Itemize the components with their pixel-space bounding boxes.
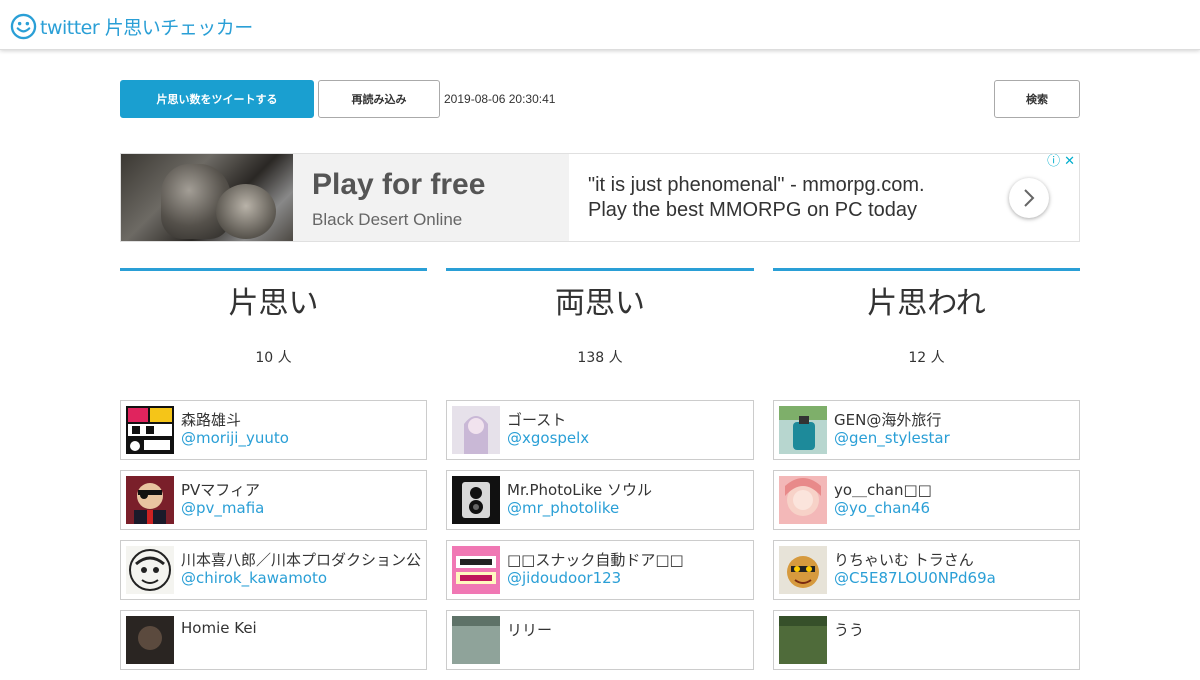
user-handle-link[interactable]: @jidoudoor123 [507,569,621,587]
user-card[interactable]: Mr.PhotoLike ソウル @mr_photolike [446,470,754,530]
user-name: yo＿chan□□ [834,481,932,499]
travel-avatar-icon [779,406,827,454]
column-count: 10 人 [255,350,292,366]
last-updated-timestamp: 2019-08-06 20:30:41 [444,92,556,106]
ad-badges: ⓘ ✕ [1047,154,1075,170]
ad-banner[interactable]: Play for free Black Desert Online "it is… [120,153,1080,242]
column-divider [446,268,754,271]
site-title: twitter 片思いチェッカー [40,16,253,39]
user-handle-link[interactable]: @yo_chan46 [834,499,930,517]
user-card[interactable]: Homie Kei [120,610,427,670]
user-name: GEN@海外旅行 [834,411,942,429]
ad-next-button[interactable] [1009,178,1049,218]
ad-headline[interactable]: Play for free [312,168,485,202]
user-card[interactable]: 川本喜八郎／川本プロダクション公 @chirok_kawamoto [120,540,427,600]
site-logo[interactable]: twitter 片思いチェッカー [10,12,253,40]
user-handle-link[interactable]: @C5E87LOU0NPd69a [834,569,996,587]
user-list: 森路雄斗 @moriji_yuuto PVマフィア @pv_mafia 川本喜八… [120,400,427,680]
tweet-count-button[interactable]: 片思い数をツイートする [120,80,314,118]
user-name: ゴースト [507,411,567,429]
green-avatar-icon [779,616,827,664]
user-handle-link[interactable]: @moriji_yuuto [181,429,289,447]
site-header: twitter 片思いチェッカー [0,0,1200,50]
user-name: Mr.PhotoLike ソウル [507,481,652,499]
user-card[interactable]: りちゃいむ トラさん @C5E87LOU0NPd69a [773,540,1080,600]
user-handle-link[interactable]: @chirok_kawamoto [181,569,327,587]
ad-advertiser[interactable]: Black Desert Online [312,210,462,230]
user-handle-link[interactable]: @xgospelx [507,429,589,447]
search-button[interactable]: 検索 [994,80,1080,118]
toolbar: 片思い数をツイートする 再読み込み 2019-08-06 20:30:41 検索 [120,80,1080,118]
lily-avatar-icon [452,616,500,664]
sketch-avatar-icon [126,546,174,594]
ad-image[interactable] [121,154,293,241]
user-card[interactable]: GEN@海外旅行 @gen_stylestar [773,400,1080,460]
dark-avatar-icon [126,616,174,664]
column-divider [120,268,427,271]
manga-avatar-icon [126,406,174,454]
reload-button[interactable]: 再読み込み [318,80,440,118]
user-handle-link[interactable]: @pv_mafia [181,499,264,517]
user-card[interactable]: PVマフィア @pv_mafia [120,470,427,530]
column-title: 片思われ [867,286,986,321]
column-divider [773,268,1080,271]
user-card[interactable]: yo＿chan□□ @yo_chan46 [773,470,1080,530]
column-one-sided: 片思い 10 人 森路雄斗 @moriji_yuuto PVマフィア @pv_m… [120,268,427,670]
ad-close-icon[interactable]: ✕ [1064,154,1075,170]
tiger-avatar-icon [779,546,827,594]
camera-avatar-icon [452,476,500,524]
ad-copy[interactable]: "it is just phenomenal" - mmorpg.com. Pl… [588,173,925,223]
user-handle-link[interactable]: @mr_photolike [507,499,619,517]
column-mutual: 両思い 138 人 ゴースト @xgospelx Mr.PhotoLike ソウ… [446,268,754,670]
column-count: 138 人 [577,350,623,366]
user-name: りちゃいむ トラさん [834,551,974,569]
user-card[interactable]: リリー [446,610,754,670]
user-card[interactable]: ゴースト @xgospelx [446,400,754,460]
user-name: 森路雄斗 [181,411,242,429]
ad-copy-line-1: "it is just phenomenal" - mmorpg.com. [588,174,925,196]
column-one-sided-received: 片思われ 12 人 GEN@海外旅行 @gen_stylestar yo＿cha… [773,268,1080,670]
user-card[interactable]: うう [773,610,1080,670]
user-name: PVマフィア [181,481,261,499]
user-name: □□スナック自動ドア□□ [507,551,684,569]
pink-avatar-icon [779,476,827,524]
pirate-avatar-icon [126,476,174,524]
smiley-icon [10,13,37,39]
user-name: 川本喜八郎／川本プロダクション公 [181,551,422,569]
ghost-avatar-icon [452,406,500,454]
column-title: 片思い [228,286,319,321]
user-handle-link[interactable]: @gen_stylestar [834,429,950,447]
ad-copy-line-2: Play the best MMORPG on PC today [588,199,918,221]
column-title: 両思い [555,286,645,321]
user-card[interactable]: □□スナック自動ドア□□ @jidoudoor123 [446,540,754,600]
snack-avatar-icon [452,546,500,594]
user-list: ゴースト @xgospelx Mr.PhotoLike ソウル @mr_phot… [446,400,754,680]
user-card[interactable]: 森路雄斗 @moriji_yuuto [120,400,427,460]
chevron-right-icon [1024,189,1035,207]
column-count: 12 人 [908,350,945,366]
user-list: GEN@海外旅行 @gen_stylestar yo＿chan□□ @yo_ch… [773,400,1080,680]
ad-headline-panel[interactable]: Play for free Black Desert Online [293,154,569,241]
user-name: Homie Kei [181,619,257,637]
ad-info-icon[interactable]: ⓘ [1047,154,1060,170]
